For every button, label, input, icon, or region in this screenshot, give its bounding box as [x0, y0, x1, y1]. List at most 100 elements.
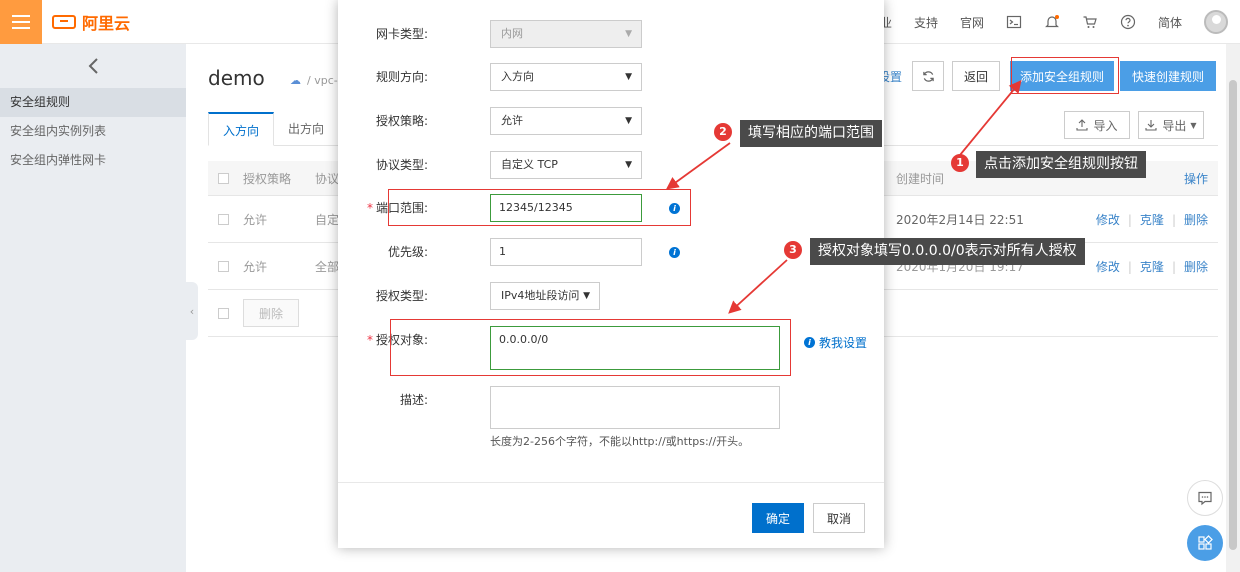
- chat-button[interactable]: [1187, 480, 1223, 516]
- edit-link[interactable]: 修改: [1096, 213, 1120, 227]
- user-avatar[interactable]: [1204, 10, 1228, 34]
- quick-create-rule-button[interactable]: 快速创建规则: [1120, 61, 1216, 91]
- field-nic-type: 网卡类型: 内网 ▼: [338, 20, 884, 48]
- caret-down-icon: ▼: [625, 160, 632, 170]
- direction-value: 入方向: [501, 70, 534, 83]
- refresh-icon: [922, 70, 934, 82]
- description-textarea[interactable]: [490, 386, 780, 429]
- field-description: 描述:: [338, 386, 884, 429]
- highlight-auth-object: [390, 319, 791, 376]
- batch-delete-button[interactable]: 删除: [243, 299, 299, 327]
- cloud-icon: ☁: [290, 74, 301, 87]
- header-strategy: 授权策略: [243, 171, 292, 186]
- tab-inbound[interactable]: 入方向: [208, 112, 275, 146]
- edit-link[interactable]: 修改: [1096, 260, 1120, 274]
- confirm-button[interactable]: 确定: [752, 503, 804, 533]
- sidebar-item-security-group-rules[interactable]: 安全组规则: [0, 88, 186, 117]
- cancel-button[interactable]: 取消: [813, 503, 865, 533]
- footer-checkbox[interactable]: [218, 307, 229, 319]
- page-scrollbar[interactable]: [1226, 44, 1240, 572]
- top-link-official-site[interactable]: 官网: [960, 14, 984, 31]
- policy-select[interactable]: 允许 ▼: [490, 107, 642, 135]
- step-badge-1: 1: [951, 154, 969, 172]
- top-links: 业 支持 官网 简体: [880, 0, 1240, 44]
- row-strategy: 允许: [243, 259, 268, 274]
- back-chevron-icon[interactable]: [0, 44, 186, 88]
- row-checkbox[interactable]: [218, 260, 229, 272]
- info-icon: i: [804, 337, 815, 348]
- row-operations: 修改 | 克隆 | 删除: [1095, 212, 1208, 227]
- direction-select[interactable]: 入方向 ▼: [490, 63, 642, 91]
- table-tools: 导入 导出 ▼: [1056, 111, 1204, 139]
- nic-type-select: 内网 ▼: [490, 20, 642, 48]
- delete-link[interactable]: 删除: [1184, 260, 1208, 274]
- apps-button[interactable]: [1187, 525, 1223, 561]
- upload-icon: [1076, 119, 1089, 131]
- delete-link[interactable]: 删除: [1184, 213, 1208, 227]
- menu-button[interactable]: [0, 0, 42, 44]
- return-button[interactable]: 返回: [952, 61, 1000, 91]
- language-switch[interactable]: 简体: [1158, 14, 1182, 31]
- caret-down-icon: ▼: [625, 29, 632, 39]
- export-button[interactable]: 导出 ▼: [1138, 111, 1204, 139]
- field-priority: 优先级: 1: [338, 238, 884, 266]
- policy-label: 授权策略:: [375, 114, 428, 128]
- clone-link[interactable]: 克隆: [1140, 260, 1164, 274]
- aliyun-logo-icon: [52, 15, 76, 29]
- auth-type-label: 授权类型:: [375, 289, 428, 303]
- description-hint: 长度为2-256个字符，不能以http://或https://开头。: [490, 435, 750, 448]
- import-label: 导入: [1093, 118, 1118, 133]
- top-link-support[interactable]: 支持: [914, 14, 938, 31]
- dialog-footer: 确定 取消: [338, 482, 884, 548]
- row-strategy: 允许: [243, 212, 268, 227]
- row-checkbox[interactable]: [218, 213, 229, 225]
- protocol-label: 协议类型:: [375, 158, 428, 172]
- auth-type-select[interactable]: IPv4地址段访问 ▼: [490, 282, 600, 310]
- protocol-select[interactable]: 自定义 TCP ▼: [490, 151, 642, 179]
- export-label: 导出: [1162, 118, 1187, 133]
- tab-outbound[interactable]: 出方向: [274, 112, 338, 145]
- step-callout-1: 点击添加安全组规则按钮: [976, 151, 1146, 178]
- policy-value: 允许: [501, 114, 523, 127]
- step-badge-3: 3: [784, 241, 802, 259]
- step-badge-2: 2: [714, 123, 732, 141]
- download-icon: [1145, 120, 1157, 131]
- field-direction: 规则方向: 入方向 ▼: [338, 63, 884, 91]
- step-callout-3: 授权对象填写0.0.0.0/0表示对所有人授权: [810, 238, 1085, 265]
- apps-grid-icon: [1198, 535, 1213, 550]
- terminal-icon[interactable]: [1006, 14, 1022, 30]
- priority-label: 优先级:: [387, 245, 428, 259]
- row-created-time: 2020年2月14日 22:51: [896, 212, 1024, 227]
- required-asterisk: *: [366, 333, 373, 347]
- header-operations: 操作: [1183, 171, 1208, 186]
- add-rule-dialog: 网卡类型: 内网 ▼ 规则方向: 入方向 ▼ 授权策略: 允许 ▼ 协议类型: …: [338, 0, 884, 548]
- caret-down-icon: ▼: [625, 116, 632, 126]
- help-icon[interactable]: [1120, 14, 1136, 30]
- bell-icon[interactable]: [1044, 14, 1060, 30]
- priority-info-icon[interactable]: i: [669, 247, 680, 258]
- highlight-port-range: [388, 189, 691, 226]
- chat-icon: [1198, 491, 1212, 506]
- protocol-value: 自定义 TCP: [501, 158, 558, 171]
- import-button[interactable]: 导入: [1064, 111, 1130, 139]
- scrollbar-thumb[interactable]: [1229, 80, 1237, 550]
- priority-input[interactable]: 1: [490, 238, 642, 266]
- select-all-checkbox[interactable]: [218, 172, 229, 184]
- caret-down-icon: ▼: [583, 291, 590, 301]
- help-me-configure-link[interactable]: i 教我设置: [804, 334, 867, 351]
- nic-type-label: 网卡类型:: [375, 27, 428, 41]
- step-callout-2: 填写相应的端口范围: [740, 120, 882, 147]
- cart-icon[interactable]: [1082, 14, 1098, 30]
- caret-down-icon: ▼: [625, 72, 632, 82]
- sidebar-item-instance-list[interactable]: 安全组内实例列表: [0, 117, 186, 146]
- auth-type-value: IPv4地址段访问: [501, 289, 580, 302]
- row-operations: 修改 | 克隆 | 删除: [1095, 259, 1208, 274]
- clone-link[interactable]: 克隆: [1140, 213, 1164, 227]
- aliyun-logo[interactable]: 阿里云: [52, 11, 130, 33]
- page-title: demo: [208, 66, 265, 90]
- field-protocol: 协议类型: 自定义 TCP ▼: [338, 151, 884, 179]
- direction-label: 规则方向:: [375, 70, 428, 84]
- sidebar-item-elastic-nic[interactable]: 安全组内弹性网卡: [0, 146, 186, 175]
- hamburger-icon: [12, 15, 30, 29]
- refresh-button[interactable]: [912, 61, 944, 91]
